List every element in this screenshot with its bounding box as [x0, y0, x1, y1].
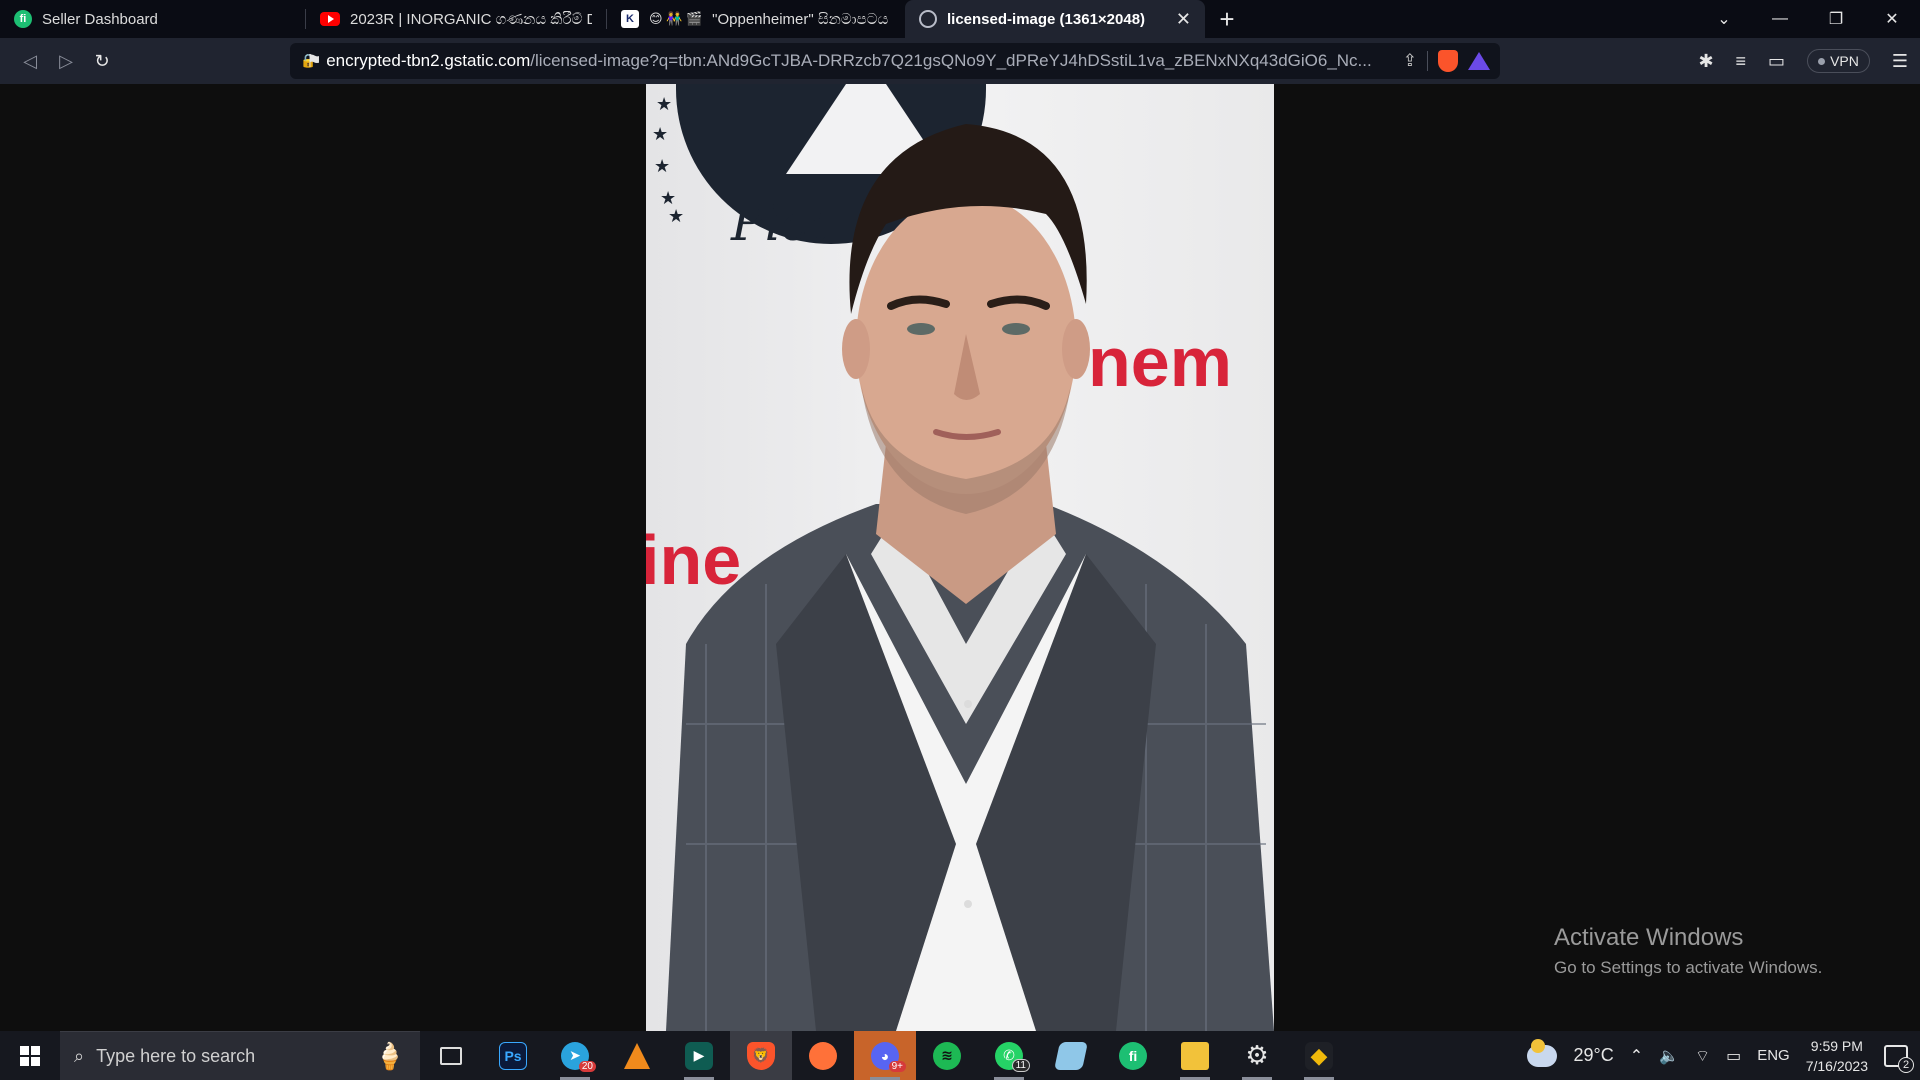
notification-count: 2	[1898, 1056, 1914, 1073]
brave-rewards-icon[interactable]	[1468, 52, 1490, 70]
taskbar-vlc[interactable]	[606, 1031, 668, 1080]
vpn-status-icon	[1818, 57, 1826, 65]
close-window-button[interactable]: ✕	[1864, 9, 1920, 29]
taskbar-brave[interactable]: 🦁	[730, 1031, 792, 1080]
clock[interactable]: 9:59 PM 7/16/2023	[1806, 1036, 1868, 1076]
k-site-icon: K	[621, 10, 639, 28]
notification-badge: 20	[578, 1061, 596, 1072]
taskbar-discord[interactable]: ◕ 9+	[854, 1031, 916, 1080]
battery-icon[interactable]: ▭	[1726, 1046, 1741, 1066]
share-icon[interactable]: ⇪	[1403, 51, 1417, 71]
windows-taskbar: ⌕ Type here to search 🍦 Ps ➤ 20 ▶ 🦁 ◕ 9+	[0, 1031, 1920, 1080]
taskbar-fiverr[interactable]: fi	[1102, 1031, 1164, 1080]
bookmark-icon[interactable]: ⚑	[296, 43, 332, 79]
taskbar-settings[interactable]: ⚙	[1226, 1031, 1288, 1080]
url-path: /licensed-image?q=tbn:ANd9GcTJBA-DRRzcb7…	[530, 51, 1372, 70]
task-view-button[interactable]	[420, 1031, 482, 1080]
taskbar-file-explorer[interactable]	[1164, 1031, 1226, 1080]
toolbar-right: ✱ ≡ ▭ VPN ☰	[1698, 49, 1908, 73]
reload-button[interactable]: ↻	[84, 43, 120, 79]
language-indicator[interactable]: ENG	[1757, 1047, 1790, 1064]
system-tray: 29°C ⌃ 🔈 ⌔ ▭ ENG 9:59 PM 7/16/2023 2	[1527, 1036, 1920, 1076]
fiverr-icon: fi	[14, 10, 32, 28]
omnibox-divider	[1427, 51, 1428, 71]
taskbar-telegram[interactable]: ➤ 20	[544, 1031, 606, 1080]
volume-icon[interactable]: 🔈	[1659, 1046, 1679, 1066]
taskbar-whatsapp[interactable]: ✆ 11	[978, 1031, 1040, 1080]
activate-windows-watermark: Activate Windows Go to Settings to activ…	[1554, 924, 1822, 978]
displayed-image[interactable]: Pict ★ ★ ★ ★ ★ nem ine	[646, 84, 1274, 1031]
taskbar-spotify[interactable]: ≋	[916, 1031, 978, 1080]
folder-icon	[1181, 1041, 1209, 1070]
search-placeholder: Type here to search	[96, 1045, 256, 1066]
firefox-icon	[809, 1041, 837, 1070]
tab-emojis: 😊 👫 🎬	[649, 11, 703, 26]
start-button[interactable]	[0, 1031, 60, 1080]
new-tab-button[interactable]: +	[1205, 0, 1249, 38]
show-hidden-icons-chevron-icon[interactable]: ⌃	[1630, 1046, 1643, 1066]
playlist-icon[interactable]: ≡	[1736, 51, 1747, 72]
weather-icon[interactable]	[1527, 1038, 1558, 1067]
tab-label: Seller Dashboard	[42, 10, 158, 28]
vpn-label: VPN	[1830, 53, 1859, 69]
fiverr-icon: fi	[1119, 1041, 1147, 1070]
tab-youtube[interactable]: 2023R | INORGANIC ගණනය කිරීම් D	[306, 0, 606, 38]
brave-icon: 🦁	[747, 1041, 775, 1070]
vpn-button[interactable]: VPN	[1807, 49, 1870, 73]
filmora-icon: ▶	[685, 1041, 713, 1070]
watermark-subtitle: Go to Settings to activate Windows.	[1554, 958, 1823, 977]
tab-seller-dashboard[interactable]: fi Seller Dashboard	[0, 0, 305, 38]
windows-logo-icon	[20, 1045, 40, 1066]
close-tab-icon[interactable]: ✕	[1176, 9, 1191, 30]
globe-icon	[919, 10, 937, 28]
weather-temperature[interactable]: 29°C	[1573, 1045, 1613, 1066]
taskbar-binance[interactable]: ◆	[1288, 1031, 1350, 1080]
tab-label: 2023R | INORGANIC ගණනය කිරීම් D	[350, 10, 592, 28]
url-text[interactable]: encrypted-tbn2.gstatic.com/licensed-imag…	[326, 51, 1393, 71]
notification-badge: 9+	[888, 1061, 906, 1072]
youtube-icon	[320, 12, 340, 26]
tab-label: "Oppenheimer" සිනමාපටය	[712, 10, 889, 28]
search-highlight-icon: 🍦	[373, 1040, 406, 1071]
brave-shields-icon[interactable]	[1438, 50, 1458, 72]
back-button[interactable]: ◁	[12, 43, 48, 79]
taskbar-photoshop[interactable]: Ps	[482, 1031, 544, 1080]
taskbar-filmora[interactable]: ▶	[668, 1031, 730, 1080]
window-controls: ⌄ — ❐ ✕	[1696, 0, 1920, 38]
browser-toolbar: ◁ ▷ ↻ ⚑ 🔒 encrypted-tbn2.gstatic.com/lic…	[0, 38, 1920, 84]
tab-search-chevron-icon[interactable]: ⌄	[1696, 9, 1752, 29]
tab-strip: fi Seller Dashboard 2023R | INORGANIC ගණ…	[0, 0, 1920, 38]
tab-label: licensed-image (1361×2048)	[947, 10, 1146, 28]
clock-date: 7/16/2023	[1805, 1057, 1868, 1074]
binance-icon: ◆	[1305, 1041, 1333, 1070]
search-icon: ⌕	[74, 1045, 85, 1066]
gear-icon: ⚙	[1245, 1040, 1269, 1070]
taskbar-notepad[interactable]	[1040, 1031, 1102, 1080]
taskbar-search[interactable]: ⌕ Type here to search 🍦	[60, 1031, 420, 1080]
notification-badge: 11	[1011, 1059, 1030, 1072]
minimize-button[interactable]: —	[1752, 10, 1808, 28]
tab-oppenheimer[interactable]: K 😊 👫 🎬 "Oppenheimer" සිනමාපටය	[607, 0, 905, 38]
address-bar[interactable]: 🔒 encrypted-tbn2.gstatic.com/licensed-im…	[290, 43, 1500, 79]
notification-center-icon[interactable]: 2	[1884, 1044, 1914, 1073]
restore-button[interactable]: ❐	[1808, 9, 1864, 29]
url-host: encrypted-tbn2.gstatic.com	[326, 51, 531, 70]
wallet-icon[interactable]: ▭	[1768, 51, 1785, 72]
vlc-icon	[624, 1042, 650, 1069]
watermark-title: Activate Windows	[1554, 924, 1744, 951]
extensions-icon[interactable]: ✱	[1698, 51, 1713, 72]
forward-button[interactable]: ▷	[48, 43, 84, 79]
pinned-apps: Ps ➤ 20 ▶ 🦁 ◕ 9+ ≋ ✆ 11 fi ⚙ ◆	[420, 1031, 1350, 1080]
taskbar-firefox[interactable]	[792, 1031, 854, 1080]
photoshop-icon: Ps	[499, 1041, 527, 1070]
clock-time: 9:59 PM	[1810, 1037, 1863, 1054]
image-viewer: Pict ★ ★ ★ ★ ★ nem ine Activate Windows …	[0, 84, 1920, 1031]
tab-licensed-image[interactable]: licensed-image (1361×2048) ✕	[905, 0, 1205, 38]
wifi-icon[interactable]: ⌔	[1695, 1046, 1710, 1066]
notepad-icon	[1054, 1041, 1088, 1070]
spotify-icon: ≋	[933, 1041, 961, 1070]
task-view-icon	[440, 1046, 462, 1065]
person-portrait	[666, 124, 1274, 1031]
menu-icon[interactable]: ☰	[1892, 51, 1908, 72]
